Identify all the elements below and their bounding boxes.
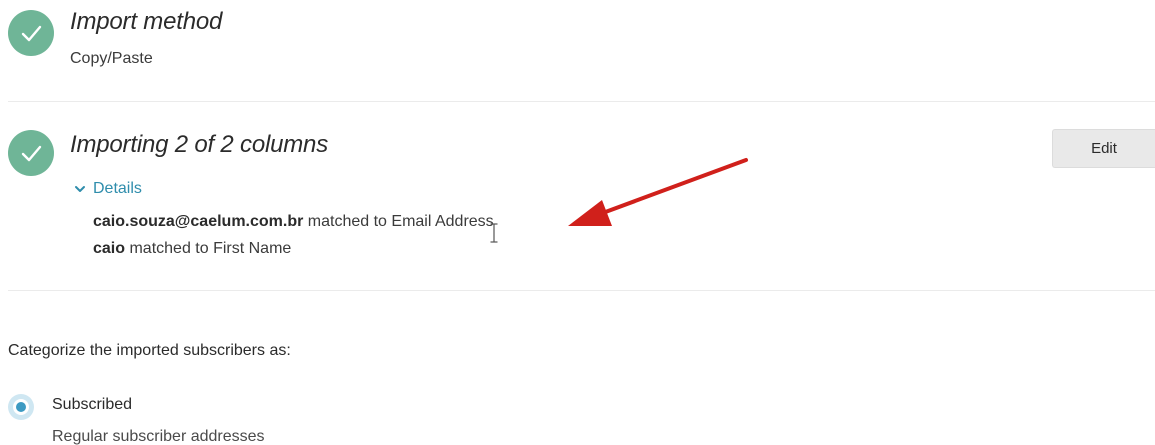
- section-divider: [8, 101, 1155, 102]
- text-cursor-icon: [490, 223, 498, 243]
- details-label: Details: [93, 180, 142, 197]
- edit-button[interactable]: Edit: [1052, 129, 1155, 168]
- step-title-import-method: Import method: [70, 8, 223, 35]
- details-toggle[interactable]: Details: [74, 180, 142, 198]
- step-complete-check-icon: [8, 130, 54, 176]
- step-complete-check-icon: [8, 10, 54, 56]
- step-title-columns: Importing 2 of 2 columns: [70, 131, 328, 158]
- column-match-row: caio matched to First Name: [93, 240, 291, 258]
- column-match-row: caio.souza@caelum.com.br matched to Emai…: [93, 213, 494, 231]
- annotation-arrow-icon: [568, 158, 748, 226]
- subscribed-radio[interactable]: [8, 394, 34, 420]
- match-target-text: matched to First Name: [129, 240, 292, 257]
- check-icon: [21, 145, 42, 162]
- subscribed-radio-label[interactable]: Subscribed: [52, 396, 132, 414]
- match-source-field: caio: [93, 240, 126, 257]
- categorize-label: Categorize the imported subscribers as:: [8, 342, 291, 359]
- check-icon: [21, 25, 42, 42]
- import-summary-page: Import method Copy/Paste Importing 2 of …: [0, 0, 1155, 445]
- match-target-text: matched to Email Address: [307, 213, 494, 230]
- step-subtitle-import-method: Copy/Paste: [70, 50, 153, 67]
- chevron-down-icon: [75, 186, 85, 192]
- subscribed-radio-description: Regular subscriber addresses: [52, 428, 265, 445]
- section-divider: [8, 290, 1155, 291]
- match-source-field: caio.souza@caelum.com.br: [93, 213, 304, 230]
